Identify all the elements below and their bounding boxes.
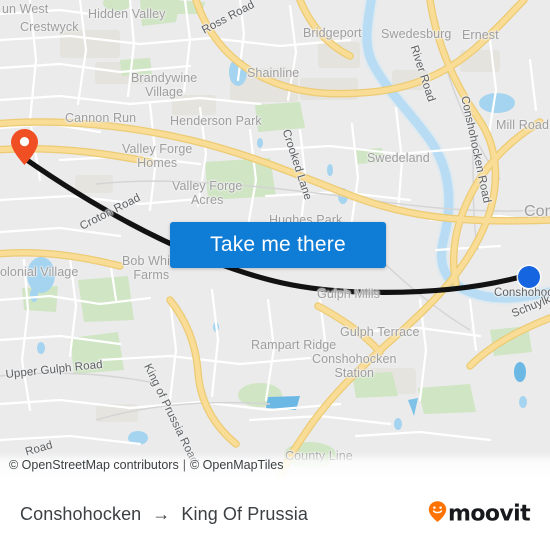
map-canvas[interactable]: un West Crestwyck Hidden Valley Ross Road Br… <box>0 0 550 478</box>
destination-circle-dot-icon[interactable] <box>518 266 540 288</box>
route-destination-label: King Of Prussia <box>181 503 308 524</box>
attribution-osm[interactable]: © OpenStreetMap contributors <box>9 458 179 472</box>
map-attribution: © OpenStreetMap contributors | © OpenMap… <box>0 452 550 478</box>
moovit-pin-icon <box>428 501 447 528</box>
route-origin-label: Conshohocken <box>20 503 142 524</box>
route-summary: Conshohocken → King Of Prussia <box>20 504 308 525</box>
origin-map-pin-icon[interactable] <box>10 128 39 166</box>
attribution-openmaptiles[interactable]: © OpenMapTiles <box>190 458 284 472</box>
attribution-separator: | <box>182 458 186 472</box>
take-me-there-button[interactable]: Take me there <box>170 222 386 268</box>
moovit-logo[interactable]: moovit <box>428 501 531 528</box>
arrow-right-icon: → <box>152 503 171 524</box>
map-screen: un West Crestwyck Hidden Valley Ross Road Br… <box>0 0 550 550</box>
footer-bar: Conshohocken → King Of Prussia moovit <box>0 478 550 550</box>
moovit-wordmark: moovit <box>448 501 531 527</box>
